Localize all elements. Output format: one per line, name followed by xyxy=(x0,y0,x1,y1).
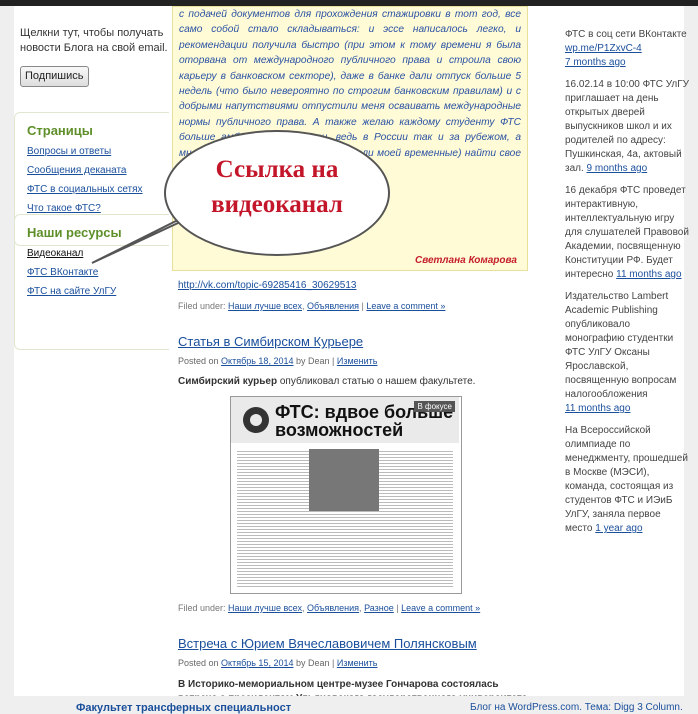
tweet-time[interactable]: 7 months ago xyxy=(565,57,626,68)
category-link[interactable]: Объявления xyxy=(307,603,359,613)
post3-title[interactable]: Встреча с Юрием Вячеславовичем Полянсков… xyxy=(178,636,477,651)
tweet-time[interactable]: 9 months ago xyxy=(587,163,648,174)
resource-link-vk[interactable]: ФТС ВКонтакте xyxy=(27,267,169,278)
post1-filed: Filed under: Наши лучше всех, Объявления… xyxy=(178,301,446,311)
twitter-item: На Всероссийской олимпиаде по менеджмент… xyxy=(565,424,690,536)
edit-link[interactable]: Изменить xyxy=(337,356,378,366)
newspaper-header: ФТС: вдвое больше возможностей В фокусе xyxy=(231,397,459,443)
excerpt-text: опубликовал статью о нашем факультете. xyxy=(277,376,476,387)
tweet-text: Издательство Lambert Academic Publishing… xyxy=(565,291,677,400)
tweet-time[interactable]: 11 months ago xyxy=(616,269,681,280)
post2-filed: Filed under: Наши лучше всех, Объявления… xyxy=(178,603,481,613)
post-author: by Dean | xyxy=(295,356,335,366)
tweet-text: ФТС в соц сети ВКонтакте xyxy=(565,29,687,40)
twitter-item: ФТС в соц сети ВКонтакте wp.me/P1ZxvC-4 … xyxy=(565,28,690,70)
category-link[interactable]: Наши лучше всех xyxy=(228,301,302,311)
resource-link-ulsu[interactable]: ФТС на сайте УлГУ xyxy=(27,286,169,297)
post2-meta: Posted on Октябрь 18, 2014 by Dean | Изм… xyxy=(178,356,377,366)
post2-excerpt: Симбирский курьер опубликовал статью о н… xyxy=(178,376,475,387)
newspaper-logo-icon xyxy=(243,407,269,433)
callout-bubble: Ссылка на видеоканал xyxy=(164,130,390,256)
tweet-time[interactable]: 11 months ago xyxy=(565,403,630,414)
category-link[interactable]: Объявления xyxy=(307,301,359,311)
post-date[interactable]: Октябрь 18, 2014 xyxy=(221,356,293,366)
category-link[interactable]: Разное xyxy=(364,603,394,613)
page-link-faq[interactable]: Вопросы и ответы xyxy=(27,146,169,157)
page-link-social[interactable]: ФТС в социальных сетях xyxy=(27,184,169,195)
tweet-time[interactable]: 1 year ago xyxy=(595,523,642,534)
callout-line-1: Ссылка на xyxy=(215,156,339,183)
newspaper-image[interactable]: ФТС: вдвое больше возможностей В фокусе xyxy=(230,396,462,594)
twitter-item: 16.02.14 в 10:00 ФТС УлГУ приглашает на … xyxy=(565,78,690,176)
headline-line-2: возможностей xyxy=(275,420,404,440)
right-sidebar: ФТС в соц сети ВКонтакте wp.me/P1ZxvC-4 … xyxy=(565,0,690,544)
newspaper-photo xyxy=(309,449,379,511)
edit-link[interactable]: Изменить xyxy=(337,658,378,668)
subscribe-button[interactable]: Подпишись xyxy=(20,66,89,87)
twitter-item: Издательство Lambert Academic Publishing… xyxy=(565,290,690,416)
tweet-text: 16.02.14 в 10:00 ФТС УлГУ приглашает на … xyxy=(565,79,690,174)
tweet-text: На Всероссийской олимпиаде по менеджмент… xyxy=(565,425,688,534)
twitter-item: 16 декабря ФТС проведет интерактивную, и… xyxy=(565,184,690,282)
footer-site-title[interactable]: Факультет трансферных специальност xyxy=(76,702,291,714)
newspaper-badge: В фокусе xyxy=(414,401,455,412)
post3-meta: Posted on Октябрь 15, 2014 by Dean | Изм… xyxy=(178,658,377,668)
left-sidebar: Щелкни тут, чтобы получать новости Блога… xyxy=(20,10,168,87)
subscribe-text: Щелкни тут, чтобы получать новости Блога… xyxy=(20,27,168,54)
pages-title: Страницы xyxy=(27,123,93,138)
posted-label: Posted on xyxy=(178,356,219,366)
quote-author: Светлана Комарова xyxy=(414,255,517,266)
callout-line-2: видеоканал xyxy=(211,191,343,218)
tweet-text: 16 декабря ФТС проведет интерактивную, и… xyxy=(565,185,689,280)
post2-title[interactable]: Статья в Симбирском Курьере xyxy=(178,334,363,349)
leave-comment-link[interactable]: Leave a comment » xyxy=(401,603,480,613)
posted-label: Posted on xyxy=(178,658,219,668)
category-link[interactable]: Наши лучше всех xyxy=(228,603,302,613)
leave-comment-link[interactable]: Leave a comment » xyxy=(366,301,445,311)
tweet-link[interactable]: wp.me/P1ZxvC-4 xyxy=(565,43,642,54)
post-author: by Dean | xyxy=(295,658,335,668)
excerpt-bold: Симбирский курьер xyxy=(178,376,278,387)
filed-label: Filed under: xyxy=(178,603,226,613)
page-link-dean-messages[interactable]: Сообщения деканата xyxy=(27,165,169,176)
filed-label: Filed under: xyxy=(178,301,226,311)
post-vk-link[interactable]: http://vk.com/topic-69285416_30629513 xyxy=(178,280,356,291)
post-date[interactable]: Октябрь 15, 2014 xyxy=(221,658,293,668)
footer-credits[interactable]: Блог на WordPress.com. Тема: Digg 3 Colu… xyxy=(470,702,683,713)
